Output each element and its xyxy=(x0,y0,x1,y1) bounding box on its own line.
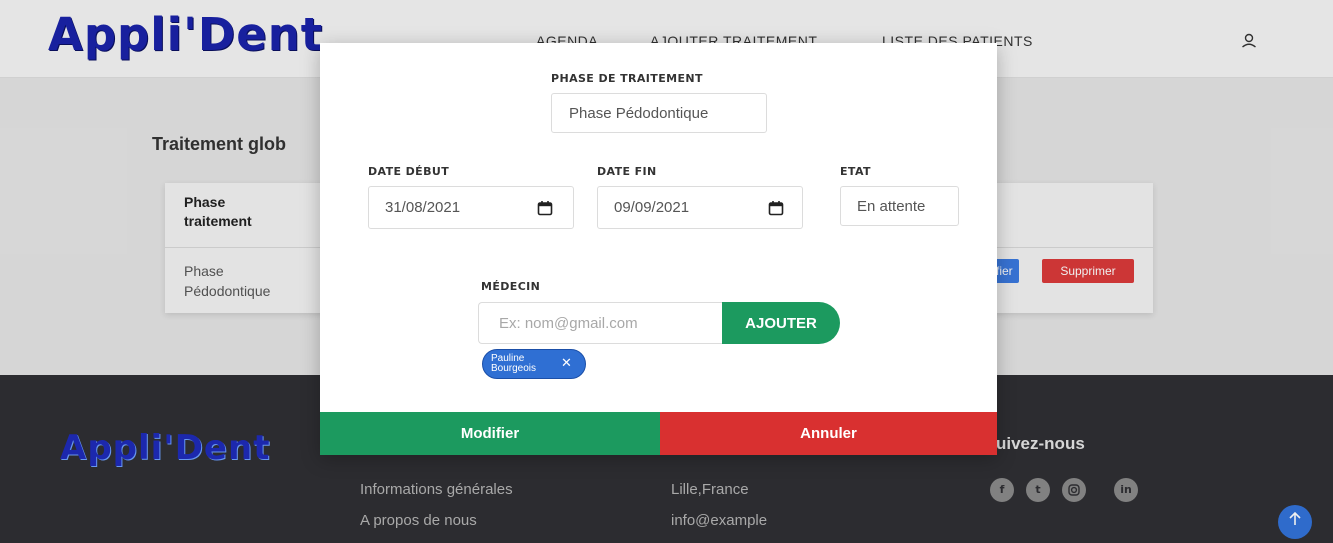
add-medecin-button[interactable]: AJOUTER xyxy=(722,302,840,344)
medecin-label: MÉDECIN xyxy=(481,280,541,293)
chip-label: Pauline Bourgeois xyxy=(491,353,537,374)
date-debut-input[interactable]: 31/08/2021 xyxy=(368,186,574,229)
edit-treatment-modal: PHASE DE TRAITEMENT Phase Pédodontique D… xyxy=(320,43,997,455)
etat-value: En attente xyxy=(857,198,926,215)
phase-label: PHASE DE TRAITEMENT xyxy=(551,72,703,85)
date-fin-value: 09/09/2021 xyxy=(614,199,690,216)
date-debut-label: DATE DÉBUT xyxy=(368,165,450,178)
etat-label: ETAT xyxy=(840,165,871,178)
close-icon[interactable]: ✕ xyxy=(561,356,572,371)
calendar-icon[interactable] xyxy=(768,200,784,216)
phase-value: Phase Pédodontique xyxy=(569,105,709,122)
date-debut-value: 31/08/2021 xyxy=(385,199,461,216)
cancel-button[interactable]: Annuler xyxy=(660,412,997,455)
date-fin-label: DATE FIN xyxy=(597,165,657,178)
phase-field[interactable]: Phase Pédodontique xyxy=(551,93,767,133)
medecin-email-input[interactable] xyxy=(478,302,724,344)
medecin-chip: Pauline Bourgeois ✕ xyxy=(482,349,586,379)
modify-button[interactable]: Modifier xyxy=(320,412,660,455)
etat-field[interactable]: En attente xyxy=(840,186,959,226)
calendar-icon[interactable] xyxy=(537,200,553,216)
date-fin-input[interactable]: 09/09/2021 xyxy=(597,186,803,229)
